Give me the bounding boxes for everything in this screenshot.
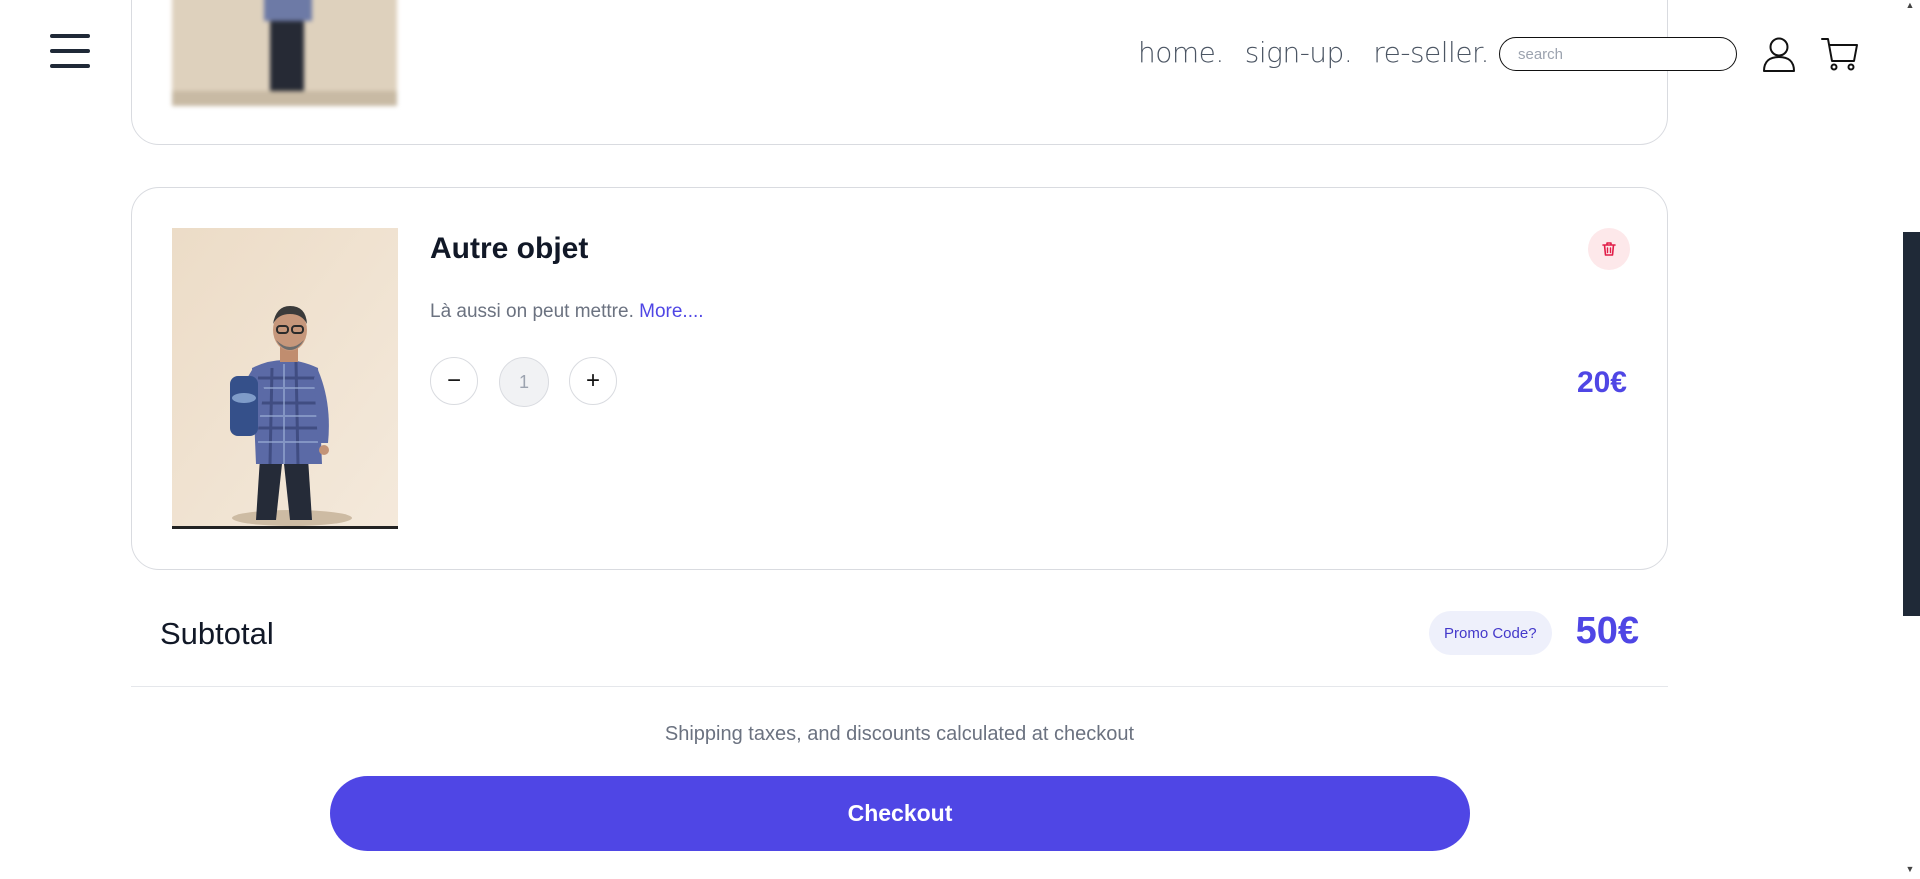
item-photo	[172, 228, 398, 529]
item-price: 20€	[1576, 366, 1627, 399]
subtotal-value: 50€	[1575, 610, 1639, 652]
item-description-text: Là aussi on peut mettre.	[430, 301, 634, 322]
more-link[interactable]: More....	[639, 301, 703, 322]
cart-item-card: Autre objet Là aussi on peut mettre. Mor…	[131, 187, 1668, 570]
increment-button[interactable]: +	[569, 357, 617, 405]
search-input[interactable]	[1499, 37, 1737, 71]
subtotal-label: Subtotal	[160, 616, 274, 651]
decrement-button[interactable]: −	[430, 357, 478, 405]
nav-reseller-link[interactable]: re-seller.	[1373, 36, 1489, 69]
trash-icon	[1602, 242, 1616, 256]
promo-code-button[interactable]: Promo Code?	[1429, 611, 1552, 655]
quantity-value[interactable]: 1	[499, 357, 549, 407]
scroll-up-arrow-icon[interactable]: ▲	[1904, 0, 1916, 10]
main-nav: home. sign-up. re-seller.	[1138, 36, 1489, 69]
menu-icon[interactable]	[50, 34, 90, 68]
item-title: Autre objet	[430, 232, 589, 265]
person-photo-icon	[172, 228, 398, 529]
item-description: Là aussi on peut mettre. More....	[430, 301, 704, 323]
checkout-button[interactable]: Checkout	[330, 776, 1470, 851]
cart-icon[interactable]	[1820, 34, 1860, 74]
nav-signup-link[interactable]: sign-up.	[1245, 36, 1353, 69]
scroll-thumb[interactable]	[1903, 232, 1920, 616]
subtotal-row: Subtotal Promo Code? 50€	[131, 597, 1668, 687]
nav-home-link[interactable]: home.	[1138, 36, 1224, 69]
user-icon[interactable]	[1762, 36, 1796, 72]
delete-item-button[interactable]	[1588, 228, 1630, 270]
site-header: home. sign-up. re-seller.	[0, 0, 1900, 110]
scroll-down-arrow-icon[interactable]: ▼	[1904, 864, 1916, 874]
page-scrollbar[interactable]: ▲ ▼	[1900, 0, 1920, 879]
shipping-note: Shipping taxes, and discounts calculated…	[664, 723, 1135, 745]
